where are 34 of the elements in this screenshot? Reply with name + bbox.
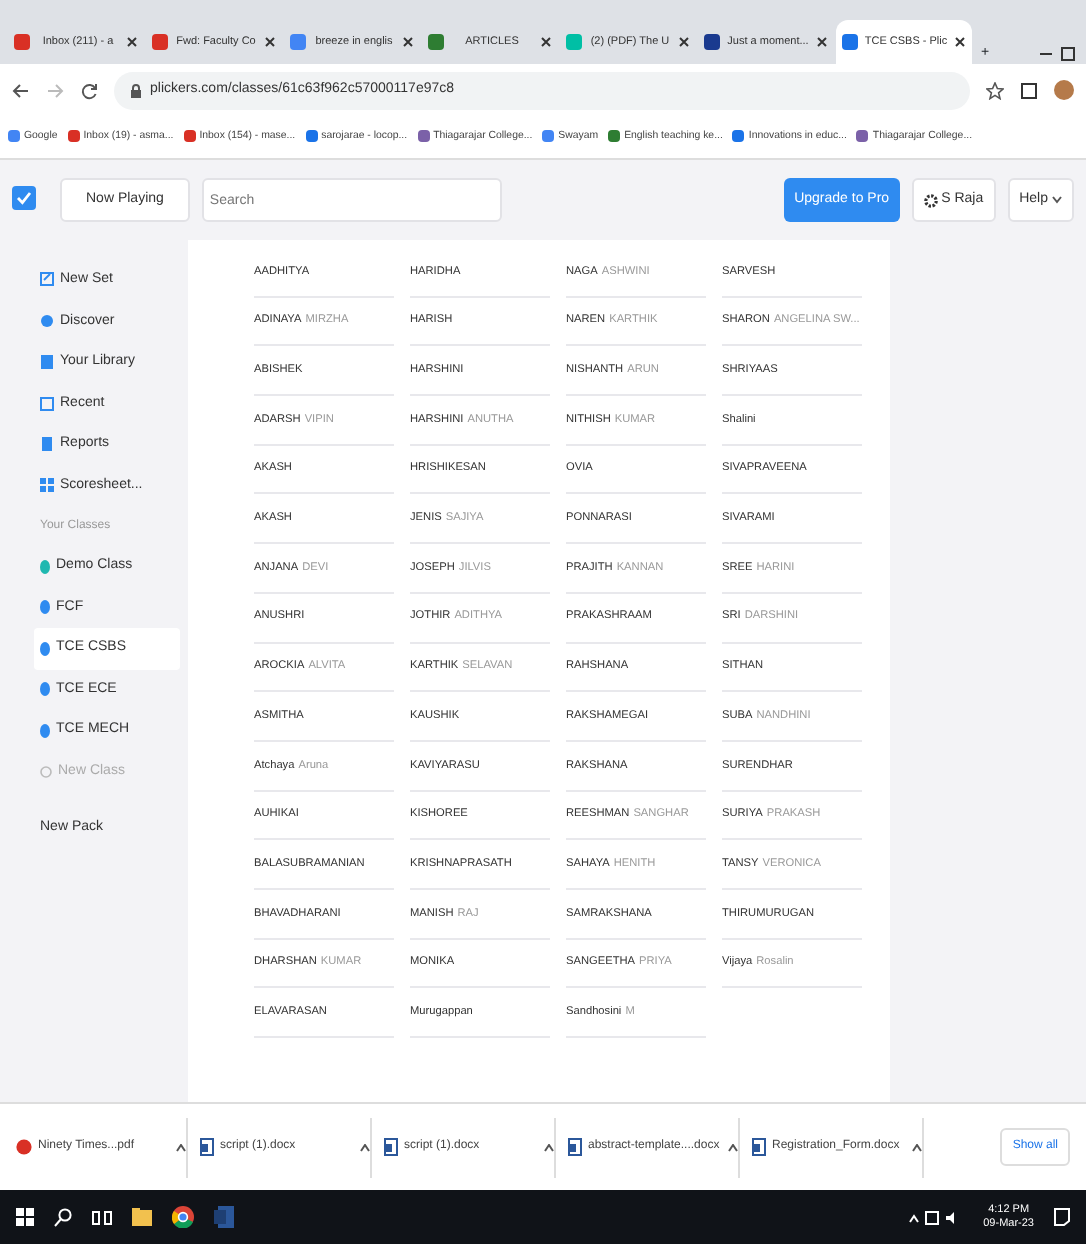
close-icon[interactable] xyxy=(540,36,552,48)
close-icon[interactable] xyxy=(954,36,966,48)
word-icon[interactable] xyxy=(214,1206,234,1228)
close-icon[interactable] xyxy=(126,36,138,48)
back-icon[interactable] xyxy=(12,81,30,99)
caret-icon[interactable] xyxy=(728,1143,738,1151)
close-icon[interactable] xyxy=(816,36,828,48)
avatar-icon[interactable] xyxy=(1054,80,1074,100)
close-icon[interactable] xyxy=(402,36,414,48)
browser-icon[interactable] xyxy=(172,1206,194,1228)
search-icon[interactable] xyxy=(54,1207,72,1227)
task-view-icon[interactable] xyxy=(92,1209,112,1225)
maximize-icon[interactable] xyxy=(1058,44,1078,64)
edit-icon xyxy=(40,272,54,289)
caret-icon xyxy=(1052,196,1062,204)
notification-icon[interactable] xyxy=(1054,1208,1070,1226)
caret-icon[interactable] xyxy=(176,1143,186,1151)
document-icon xyxy=(568,1138,582,1156)
lock-icon xyxy=(130,83,142,97)
document-icon xyxy=(752,1138,766,1156)
pdf-file-icon xyxy=(16,1138,32,1156)
star-icon[interactable] xyxy=(986,81,1004,99)
sidebar-icon[interactable] xyxy=(1020,81,1038,99)
logo-icon[interactable] xyxy=(12,186,36,214)
caret-icon[interactable] xyxy=(544,1143,554,1151)
grid-icon xyxy=(40,477,54,494)
document-icon xyxy=(200,1138,214,1156)
caret-icon[interactable] xyxy=(912,1143,922,1151)
caret-icon[interactable] xyxy=(360,1143,370,1151)
close-icon[interactable] xyxy=(264,36,276,48)
close-icon[interactable] xyxy=(678,36,690,48)
reload-icon[interactable] xyxy=(80,81,98,99)
document-icon xyxy=(384,1138,398,1156)
windows-icon[interactable] xyxy=(16,1208,34,1226)
